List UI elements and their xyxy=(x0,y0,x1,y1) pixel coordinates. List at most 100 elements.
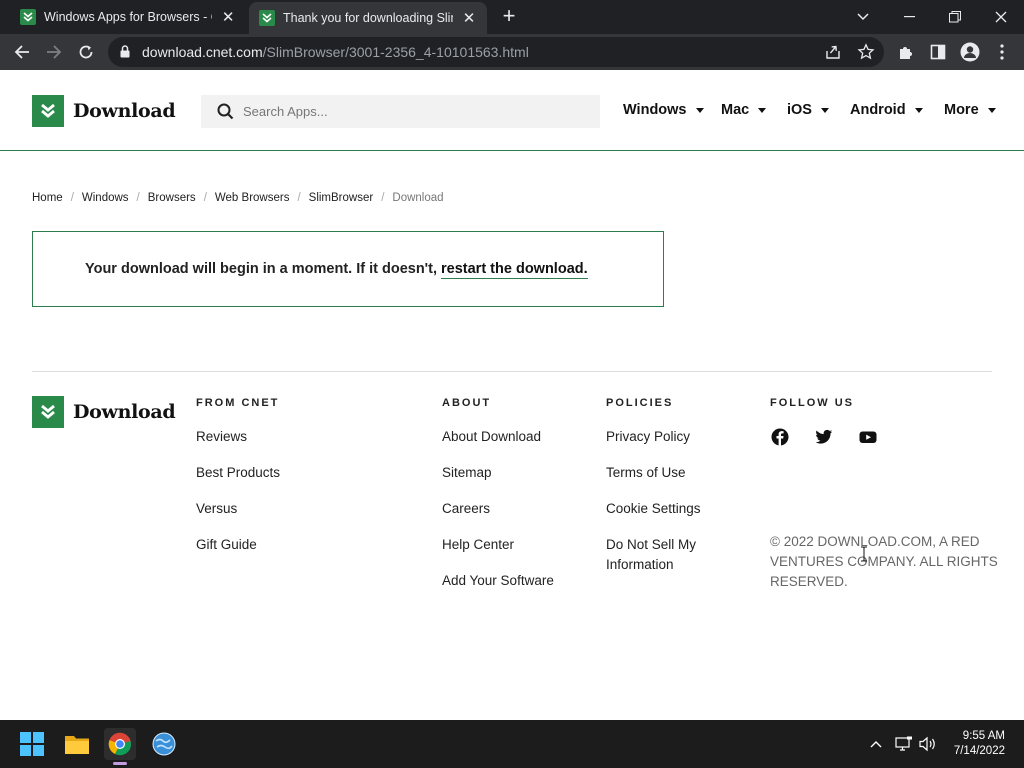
breadcrumb-web-browsers[interactable]: Web Browsers xyxy=(215,192,290,204)
download-favicon-icon xyxy=(20,9,36,25)
close-tab-icon[interactable]: ✕ xyxy=(461,9,477,27)
footer-link-gift-guide[interactable]: Gift Guide xyxy=(196,535,257,555)
download-favicon-icon xyxy=(259,10,275,26)
footer-logo[interactable]: Download xyxy=(32,396,176,428)
restart-download-link[interactable]: restart the download. xyxy=(441,261,588,279)
text-cursor-icon xyxy=(860,546,868,567)
footer-link-sitemap[interactable]: Sitemap xyxy=(442,463,492,483)
address-bar[interactable]: download.cnet.com/SlimBrowser/3001-2356_… xyxy=(108,37,884,67)
search-icon[interactable] xyxy=(217,103,234,125)
nav-label: Windows xyxy=(623,102,687,118)
download-message-text: Your download will begin in a moment. If… xyxy=(85,261,442,277)
nav-label: iOS xyxy=(787,102,812,118)
breadcrumb-windows[interactable]: Windows xyxy=(82,192,129,204)
breadcrumb-browsers[interactable]: Browsers xyxy=(148,192,196,204)
windows-taskbar: 9:55 AM 7/14/2022 xyxy=(0,720,1024,768)
twitter-icon[interactable] xyxy=(815,428,833,446)
caret-down-icon xyxy=(914,107,923,113)
download-message-box: Your download will begin in a moment. If… xyxy=(32,231,664,307)
footer-link-reviews[interactable]: Reviews xyxy=(196,427,247,447)
side-panel-icon[interactable] xyxy=(926,40,950,64)
new-tab-button[interactable]: + xyxy=(498,5,520,28)
bookmark-star-icon[interactable] xyxy=(857,43,875,61)
copyright-text: © 2022 DOWNLOAD.COM, A RED VENTURES COMP… xyxy=(770,534,998,589)
slimbrowser-icon[interactable] xyxy=(148,728,180,760)
youtube-icon[interactable] xyxy=(859,428,877,446)
browser-menu-kebab-icon[interactable] xyxy=(990,40,1014,64)
nav-windows[interactable]: Windows xyxy=(623,102,704,118)
volume-icon[interactable] xyxy=(918,734,938,754)
clock-date: 7/14/2022 xyxy=(953,745,1005,757)
nav-more[interactable]: More xyxy=(944,102,996,118)
nav-label: Android xyxy=(850,102,906,118)
breadcrumb: Home / Windows / Browsers / Web Browsers / S… xyxy=(32,192,444,204)
windows-start-icon[interactable] xyxy=(16,728,48,760)
browser-toolbar: download.cnet.com/SlimBrowser/3001-2356_… xyxy=(0,34,1024,70)
active-app-indicator xyxy=(113,762,127,765)
footer-link-best-products[interactable]: Best Products xyxy=(196,463,280,483)
browser-tab-windows-apps[interactable]: Windows Apps for Browsers - CNET Downloa… xyxy=(10,0,246,34)
lock-icon[interactable] xyxy=(120,45,130,63)
file-explorer-icon[interactable] xyxy=(61,728,93,760)
close-window-button[interactable] xyxy=(978,0,1024,34)
profile-avatar-icon[interactable] xyxy=(958,40,982,64)
clock-time: 9:55 AM xyxy=(962,730,1005,742)
site-logo[interactable]: Download xyxy=(32,95,176,127)
restore-window-button[interactable] xyxy=(932,0,978,34)
tab-title: Thank you for downloading SlimBrowser xyxy=(283,11,453,25)
share-icon[interactable] xyxy=(824,43,842,61)
footer-heading-policies: POLICIES xyxy=(606,397,674,409)
extensions-puzzle-icon[interactable] xyxy=(894,40,918,64)
browser-tab-strip: Windows Apps for Browsers - CNET Downloa… xyxy=(0,0,1024,34)
url-path: /SlimBrowser/3001-2356_4-10101563.html xyxy=(262,44,529,60)
back-arrow-icon[interactable] xyxy=(10,40,34,64)
footer-link-careers[interactable]: Careers xyxy=(442,499,490,519)
search-input[interactable] xyxy=(243,95,583,128)
nav-mac[interactable]: Mac xyxy=(721,102,767,118)
footer-link-add-your-software[interactable]: Add Your Software xyxy=(442,571,554,591)
footer-heading-from-cnet: FROM CNET xyxy=(196,397,280,409)
forward-arrow-icon[interactable] xyxy=(42,40,66,64)
footer-link-privacy-policy[interactable]: Privacy Policy xyxy=(606,427,690,447)
caret-down-icon xyxy=(987,107,996,113)
footer-link-about-download[interactable]: About Download xyxy=(442,427,541,447)
nav-label: Mac xyxy=(721,102,750,118)
nav-label: More xyxy=(944,102,979,118)
facebook-icon[interactable] xyxy=(771,428,789,446)
footer-link-do-not-sell[interactable]: Do Not Sell My Information xyxy=(606,535,736,575)
logo-text: Download xyxy=(73,401,176,423)
close-tab-icon[interactable]: ✕ xyxy=(220,8,236,26)
footer-heading-follow-us: FOLLOW US xyxy=(770,397,854,409)
caret-down-icon xyxy=(820,107,829,113)
tab-title: Windows Apps for Browsers - CNET Downloa… xyxy=(44,10,212,24)
network-icon[interactable] xyxy=(894,734,914,754)
url-text: download.cnet.com/SlimBrowser/3001-2356_… xyxy=(142,44,529,60)
footer-heading-about: ABOUT xyxy=(442,397,492,409)
footer-link-help-center[interactable]: Help Center xyxy=(442,535,514,555)
footer-link-versus[interactable]: Versus xyxy=(196,499,237,519)
reload-icon[interactable] xyxy=(74,40,98,64)
breadcrumb-slimbrowser[interactable]: SlimBrowser xyxy=(309,192,374,204)
footer-link-terms-of-use[interactable]: Terms of Use xyxy=(606,463,686,483)
breadcrumb-current: Download xyxy=(392,192,444,204)
tab-search-chevron-icon[interactable] xyxy=(840,0,886,34)
download-logo-icon xyxy=(32,95,64,127)
chrome-icon[interactable] xyxy=(104,728,136,760)
minimize-window-button[interactable] xyxy=(886,0,932,34)
url-host: download.cnet.com xyxy=(142,44,263,60)
download-logo-icon xyxy=(32,396,64,428)
browser-tab-thank-you[interactable]: Thank you for downloading SlimBrowser ✕ xyxy=(249,2,487,34)
download-message: Your download will begin in a moment. If… xyxy=(85,261,588,279)
caret-down-icon xyxy=(695,107,704,113)
site-header: Download Windows Mac iOS Android More xyxy=(0,70,1024,151)
nav-ios[interactable]: iOS xyxy=(787,102,829,118)
footer-divider xyxy=(32,371,992,372)
breadcrumb-home[interactable]: Home xyxy=(32,192,63,204)
taskbar-clock[interactable]: 9:55 AM 7/14/2022 xyxy=(954,729,1005,759)
footer-link-cookie-settings[interactable]: Cookie Settings xyxy=(606,499,701,519)
caret-down-icon xyxy=(758,107,767,113)
search-bar[interactable] xyxy=(201,95,600,128)
nav-android[interactable]: Android xyxy=(850,102,923,118)
show-hidden-icons-chevron-icon[interactable] xyxy=(866,734,886,754)
logo-text: Download xyxy=(73,100,176,122)
